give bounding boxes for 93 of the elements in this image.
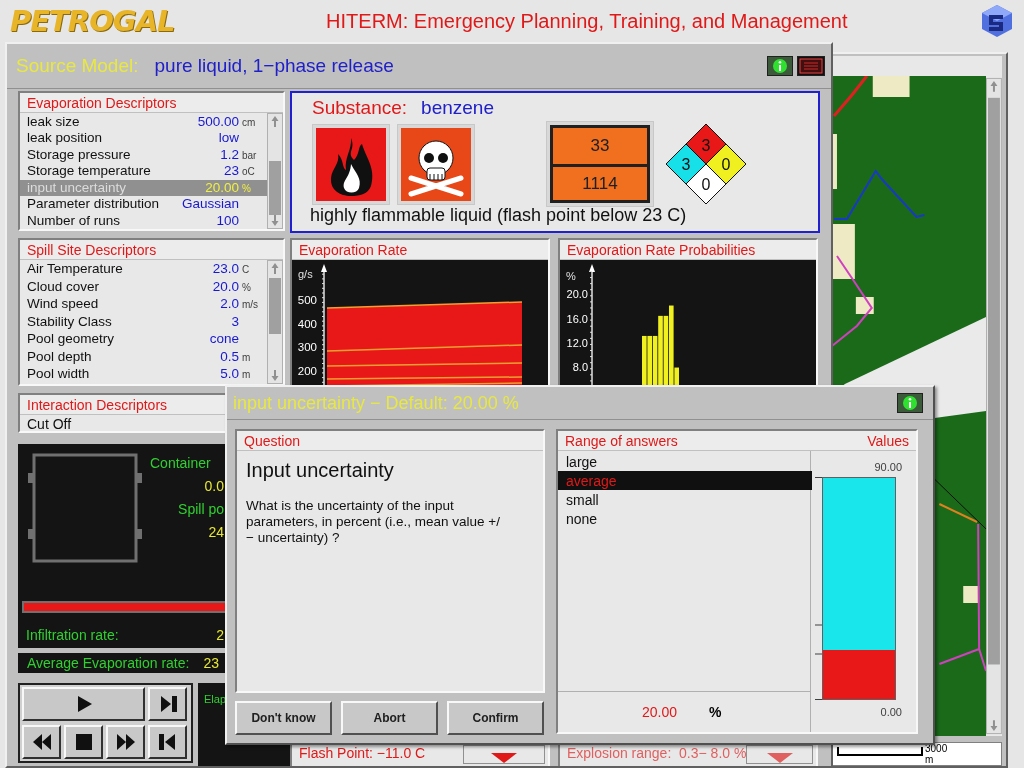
substance-label: Substance: [312,97,408,119]
fast-forward-button[interactable] [106,725,145,759]
descriptor-row[interactable]: leak position low [20,130,267,147]
panel-title: Evaporation Rate [299,241,408,258]
descriptor-row[interactable]: Wind speed 2.0 m/s [20,296,267,314]
tick-label: 400 [297,317,317,330]
panel-title: Evaporation Rate Probabilities [567,241,756,258]
scrollbar[interactable] [986,76,1002,736]
spill-label: Spill po [177,501,224,517]
question-text: What is the uncertainty of the input parameters, in percent (i.e., mean value +/− uncertainty) ? [246,498,501,546]
elapsed-label: Elap [204,693,227,705]
dialog-button[interactable]: Don't know [235,701,332,735]
panel-title: Spill Site Descriptors [27,241,157,258]
answer-option[interactable]: large [558,452,812,471]
answer-value: 20.00 [642,704,678,720]
descriptor-row[interactable]: Air Temperature 23.0 C [20,261,267,279]
tick-label: 8.0 [572,361,588,374]
rewind-icon [31,732,52,752]
descriptor-row[interactable]: Number of runs 100 [20,212,267,229]
descriptor-row[interactable]: Pool width 5.0 m [20,366,267,384]
stop-button[interactable] [64,725,103,759]
tick-label: 12.0 [566,336,588,349]
dialog-title: input uncertainty − Default: 20.00 % [233,392,519,414]
caret-icon [491,753,517,763]
source-model-value: pure liquid, 1−phase release [154,55,395,77]
info-icon[interactable] [897,393,923,413]
panel-title: Evaporation Descriptors [27,94,177,111]
average-evaporation-label: Average Evaporation rate: [27,655,190,671]
descriptor-row[interactable]: leak size 500.00 cm [20,114,267,131]
descriptor-row[interactable]: Pool geometry cone [20,331,267,349]
scrollbar[interactable] [267,260,283,384]
cube-logo-icon [979,3,1015,39]
dialog-button[interactable]: Confirm [447,701,544,735]
app-title: HITERM: Emergency Planning, Training, and Management [325,9,849,33]
descriptor-row[interactable]: Parameter distribution Gaussian [20,196,267,213]
info-icon[interactable] [767,56,793,76]
info-text: Explosion range: 0.3− 8.0 % [567,744,747,761]
answer-option[interactable]: average [558,471,812,490]
descriptor-row[interactable]: Pool depth 0.5 m [20,348,267,366]
spill-value: 24 [207,524,224,540]
skull-icon [401,127,471,201]
step-back-icon [157,732,178,752]
un-number: 1114 [553,164,647,200]
info-text: Flash Point: −11.0 C [299,744,426,761]
average-evaporation-value: 23 [203,655,219,671]
dropdown-button[interactable] [746,745,813,764]
axis-label: % [566,270,576,282]
answer-option[interactable]: none [558,509,812,528]
company-logo: PETROGAL [10,4,175,38]
hazard-rating: 0 [721,156,731,173]
container-value: 0.0 [203,478,224,494]
panel-title: Question [244,432,301,449]
substance-name: benzene [421,97,494,119]
question-title: Input uncertainty [246,459,395,482]
fast-forward-icon [115,732,136,752]
hazard-rating: 0 [701,176,711,193]
panel-title: Values [867,432,909,449]
stop-icon [73,732,94,752]
dialog-button[interactable]: Abort [341,701,438,735]
infiltration-label: Infiltration rate: [26,627,119,643]
scale-max: 90.00 [874,461,902,473]
panel-title: Range of answers [565,432,678,449]
panel-title: Interaction Descriptors [27,396,168,413]
scale-unit: m [925,754,935,765]
descriptor-row[interactable]: Stability Class 3 [20,313,267,331]
tick-label: 16.0 [566,312,588,325]
substance-description: highly flammable liquid (flash point below 23 C) [310,205,688,226]
source-model-label: Source Model: [16,55,139,77]
axis-label: g/s [298,268,313,280]
hazard-rating: 3 [681,156,691,173]
scale-min: 0.00 [880,706,902,718]
tick-label: 500 [297,294,317,306]
tick-label: 300 [297,341,317,353]
tick-label: 20.0 [566,288,588,301]
infiltration-value: 2 [216,627,224,643]
hazard-rating: 3 [701,137,711,154]
scrollbar[interactable] [267,113,283,229]
descriptor-row[interactable]: Storage pressure 1.2 bar [20,146,267,164]
answer-unit: % [709,704,722,720]
flame-icon [316,127,386,201]
answer-option[interactable]: small [558,490,812,509]
rewind-button[interactable] [22,725,61,759]
descriptor-row[interactable]: Cloud cover 20.0 % [20,278,267,296]
descriptor-row[interactable]: Storage temperature 23 oC [20,163,267,180]
play-button[interactable] [22,687,145,721]
descriptor-row[interactable]: Cut Off [20,415,79,431]
tick-label: 200 [297,364,317,377]
dropdown-button[interactable] [463,745,545,764]
step-forward-button[interactable] [148,687,187,721]
caret-icon [766,753,793,763]
container-label: Container [150,455,212,471]
step-back-button[interactable] [148,725,187,759]
hazard-code: 33 [589,135,611,157]
